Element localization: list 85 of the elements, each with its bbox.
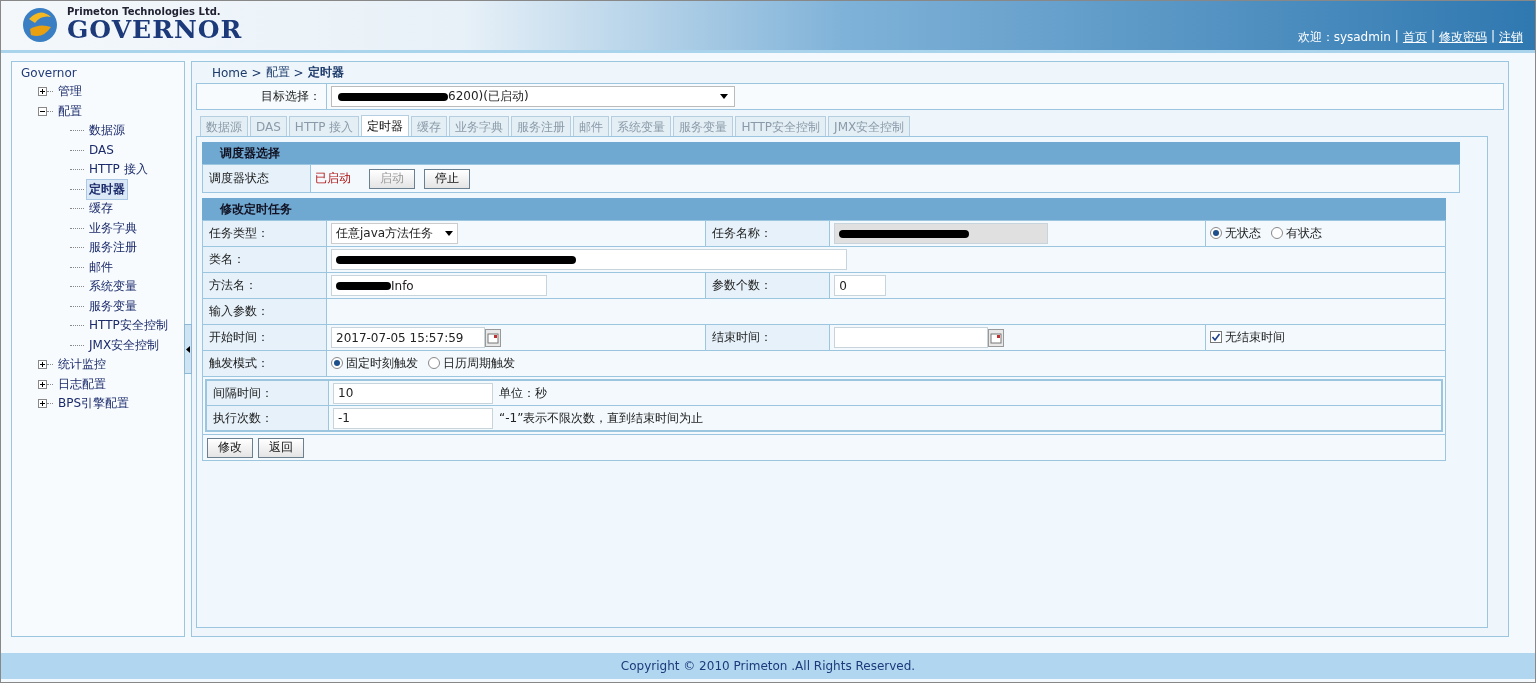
caret-icon	[720, 94, 728, 99]
task-type-select[interactable]: 任意java方法任务	[331, 223, 458, 244]
tree-item[interactable]: HTTP 接入	[86, 159, 151, 181]
radio-label: 日历周期触发	[443, 354, 515, 372]
method-name-field[interactable]: Info	[331, 275, 547, 296]
radio-label: 有状态	[1286, 224, 1322, 242]
tree-item[interactable]: 定时器	[86, 178, 128, 200]
company-name: Primeton Technologies Ltd.	[67, 6, 222, 17]
status-text: 已启动	[315, 170, 351, 187]
tree-item[interactable]: 服务注册	[86, 237, 140, 259]
radio-button[interactable]	[1210, 227, 1222, 240]
calendar-icon[interactable]	[988, 328, 1005, 347]
collapse-icon[interactable]	[38, 106, 47, 116]
text-field[interactable]: 10	[333, 382, 493, 404]
product-logo-text: GOVERNOR	[67, 17, 243, 43]
hint-text: 单位：秒	[499, 384, 547, 402]
field-label: 结束时间：	[705, 324, 830, 351]
field-label: 类名：	[202, 246, 327, 273]
tree-item[interactable]: 统计监控	[55, 354, 109, 376]
link-separator: |	[1430, 29, 1435, 45]
breadcrumb-item[interactable]: Home	[212, 65, 248, 80]
link-separator: |	[1490, 29, 1495, 45]
calendar-icon[interactable]	[485, 328, 501, 347]
text-field[interactable]: -1	[333, 407, 493, 429]
tab[interactable]: 定时器	[361, 115, 410, 136]
field-label: 触发模式：	[202, 350, 327, 377]
caret-icon	[445, 231, 453, 236]
header-link[interactable]: 首页	[1402, 29, 1427, 46]
breadcrumb-item[interactable]: 配置	[265, 64, 290, 81]
start-time-field[interactable]: 2017-07-05 15:57:59	[331, 327, 485, 348]
field-label: 目标选择：	[197, 84, 327, 109]
field-label: 方法名：	[202, 272, 327, 299]
scheduler-button[interactable]: 停止	[424, 168, 470, 189]
tree-item[interactable]: DAS	[86, 141, 117, 160]
class-name-field[interactable]	[331, 249, 847, 270]
expand-icon[interactable]	[38, 360, 47, 370]
tree-item[interactable]: 邮件	[86, 256, 116, 278]
tree-item[interactable]: 数据源	[86, 120, 128, 142]
tree-item[interactable]: HTTP安全控制	[86, 315, 171, 337]
form-button[interactable]: 返回	[258, 437, 304, 458]
header-link[interactable]: 注销	[1499, 29, 1523, 46]
radio-button[interactable]	[428, 357, 440, 370]
radio-label: 无状态	[1225, 224, 1261, 242]
link-separator: |	[1394, 29, 1399, 45]
field-label: 执行次数：	[206, 405, 329, 431]
tree-item[interactable]: 业务字典	[86, 217, 140, 239]
header-link[interactable]: 修改密码	[1438, 29, 1487, 46]
tree-item[interactable]: 缓存	[86, 198, 116, 220]
field-label: 间隔时间：	[206, 380, 329, 406]
tree-item[interactable]: 服务变量	[86, 295, 140, 317]
section-title: 修改定时任务	[202, 198, 1446, 220]
expand-icon[interactable]	[38, 399, 47, 409]
tree-item[interactable]: 系统变量	[86, 276, 140, 298]
breadcrumb-separator: >	[251, 65, 262, 80]
tree-item[interactable]: JMX安全控制	[86, 334, 163, 356]
field-label: 任务名称：	[705, 220, 830, 247]
tree-item[interactable]: 日志配置	[55, 373, 109, 395]
tree-item[interactable]: 配置	[55, 100, 85, 122]
expand-icon[interactable]	[38, 379, 47, 389]
tree-root[interactable]: Governor	[20, 66, 184, 82]
field-label: 参数个数：	[705, 272, 830, 299]
task-name-field[interactable]	[834, 223, 1049, 244]
target-select[interactable]: 6200)(已启动)	[331, 86, 735, 107]
section-title: 调度器选择	[202, 142, 1460, 164]
radio-button[interactable]	[331, 357, 343, 370]
field-label: 任务类型：	[202, 220, 327, 247]
breadcrumb-separator: >	[293, 65, 304, 80]
checkbox-label: 无结束时间	[1225, 328, 1285, 346]
welcome-text: 欢迎：sysadmin	[1297, 29, 1391, 46]
checkbox[interactable]	[1210, 331, 1222, 344]
form-button[interactable]: 修改	[207, 437, 253, 458]
radio-label: 固定时刻触发	[346, 354, 418, 372]
copyright-text: Copyright © 2010 Primeton .All Rights Reserved.	[1, 653, 1535, 679]
tree-item[interactable]: 管理	[55, 81, 85, 103]
breadcrumb-item: 定时器	[307, 64, 344, 81]
field-label: 调度器状态	[202, 164, 311, 193]
expand-icon[interactable]	[38, 87, 47, 97]
end-time-field[interactable]	[834, 327, 989, 348]
field-label: 输入参数：	[202, 298, 327, 325]
hint-text: “-1”表示不限次数，直到结束时间为止	[499, 409, 704, 427]
collapse-handle[interactable]	[184, 324, 192, 374]
tree-item[interactable]: BPS引擎配置	[55, 393, 133, 415]
field-label: 开始时间：	[202, 324, 327, 351]
param-count-field[interactable]: 0	[834, 275, 887, 296]
radio-button[interactable]	[1271, 227, 1283, 240]
